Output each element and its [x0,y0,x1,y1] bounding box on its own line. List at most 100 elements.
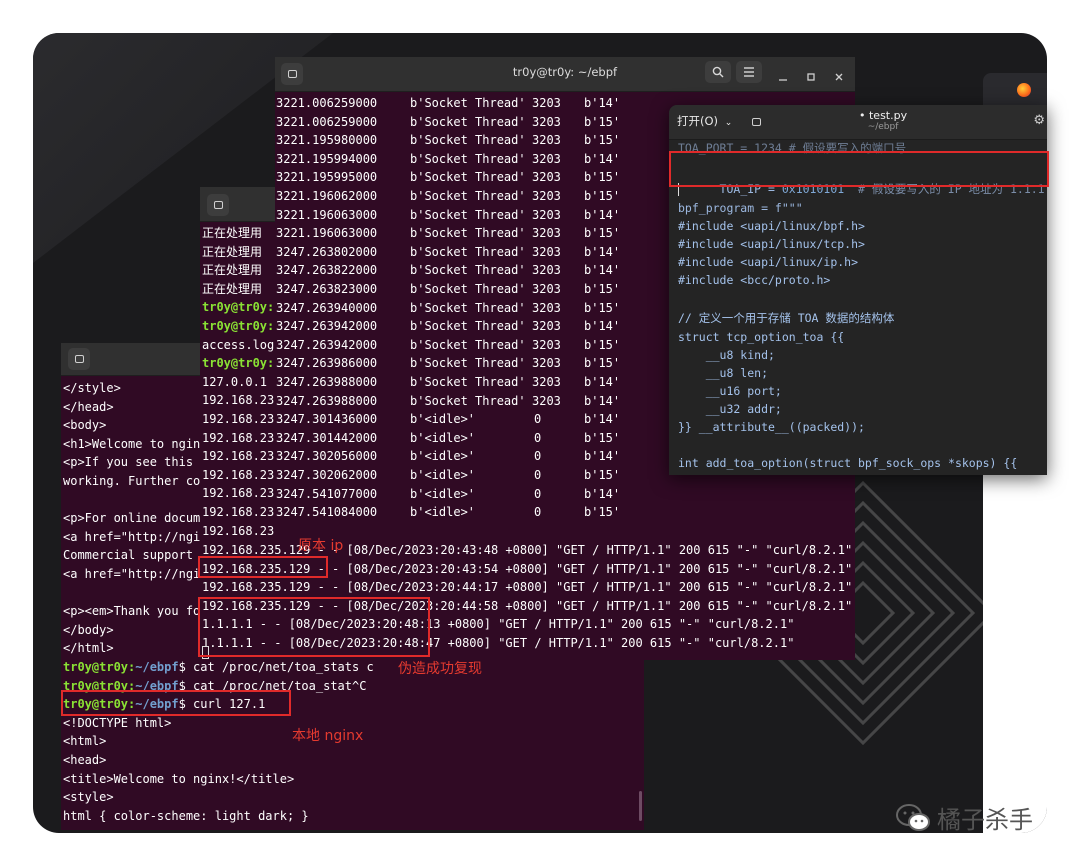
background-window-white [983,473,1047,833]
close-icon[interactable] [827,65,851,89]
timestamp: 3247.301436000 [276,412,378,427]
thread-name: b'Socket Thread' [410,189,526,203]
terminal-line: tr0y@tr0y: [202,319,275,333]
terminal-line: <title>Welcome to nginx!</title> [63,771,295,786]
value: b'15' [584,356,621,371]
value: b'14' [584,449,621,464]
menu-icon[interactable] [736,61,762,83]
terminal-line: tr0y@tr0y: [202,356,275,371]
terminal-row: 3247.541077000 b'<idle>' 0 b'14' [276,485,620,504]
terminal-line: 正在处理用 [202,281,263,296]
access-log-line: 192.168.235.129 - - [08/Dec/2023:20:44:1… [202,580,853,595]
terminal-row: 3247.263802000 b'Socket Thread' 3203 b'14' [276,243,620,262]
terminal-row: 3221.006259000 b'Socket Thread' 3203 b'15' [276,113,620,132]
code-line: #include <bcc/proto.h> [678,273,831,287]
timestamp: 3247.302056000 [276,449,378,464]
thread-name: b'Socket Thread' [410,244,526,259]
terminal-row: 3247.263942000 b'Socket Thread' 3203 b'14' [276,317,620,336]
timestamp: 3247.263988000 [276,393,378,408]
code-line: #include <uapi/linux/tcp.h> [678,237,865,251]
pid: 0 [534,486,542,501]
pid: 3203 [532,393,561,408]
terminal-line: <p><em>Thank you fo [63,604,201,619]
annotation-original-ip: 原本 ip [298,538,344,554]
terminal-main-titlebar[interactable]: tr0y@tr0y: ~/ebpf [275,57,855,92]
terminal-line: 正在处理用 [202,226,263,240]
value: b'15' [584,170,621,185]
value: b'15' [584,189,621,203]
thread-name: b'Socket Thread' [410,151,526,166]
search-icon[interactable] [705,61,731,83]
value: b'14' [584,151,621,166]
open-button-label: 打开(O) [677,114,719,128]
maximize-icon[interactable] [799,65,823,89]
value: b'14' [584,375,621,389]
value: b'15' [584,430,621,445]
value: b'14' [584,207,621,222]
editor-title: • test.py ~/ebpf [859,109,907,132]
terminal-line: <body> [63,418,107,433]
value: b'15' [584,114,621,129]
new-tab-icon[interactable] [207,194,229,216]
thread-name: b'Socket Thread' [410,170,526,185]
annotation-local-nginx: 本地 nginx [292,728,364,744]
terminal-line: Commercial support [63,548,201,563]
terminal-line: </body> [63,622,114,637]
highlight-local-curl [61,690,291,716]
thread-name: b'<idle>' [410,468,476,482]
thread-name: b'Socket Thread' [410,375,526,389]
terminal-line: <a href="http://ngi [63,567,201,581]
new-tab-icon[interactable] [68,348,90,370]
timestamp: 3247.263823000 [276,282,378,296]
code-line: #include <uapi/linux/bpf.h> [678,219,865,233]
terminal-row: 3221.196062000 b'Socket Thread' 3203 b'15' [276,187,620,206]
pid: 3203 [532,226,561,241]
pid: 3203 [532,114,561,129]
firefox-icon[interactable] [1017,83,1031,97]
terminal-line: <style> [63,790,114,805]
thread-name: b'Socket Thread' [410,226,526,241]
terminal-row: 3247.263986000 b'Socket Thread' 3203 b'15' [276,354,620,373]
timestamp: 3247.263802000 [276,244,378,259]
scrollbar[interactable] [639,791,642,821]
terminal-line: <h1>Welcome to ngin [63,436,201,451]
thread-name: b'<idle>' [410,486,476,501]
thread-name: b'Socket Thread' [410,356,526,371]
open-button[interactable]: 打开(O) ⌄ [677,113,732,129]
editor-header[interactable]: 打开(O) ⌄ • test.py ~/ebpf ⚙ [669,105,1047,140]
terminal-line: </html> [63,641,114,656]
window-title: tr0y@tr0y: ~/ebpf [512,65,618,79]
command: $ cat /proc/net/toa_stats c [178,660,374,674]
thread-name: b'Socket Thread' [410,319,526,334]
terminal-line: 192.168.23 [202,449,275,464]
code-line: bpf_program = f""" [678,201,803,215]
code-line: __u32 addr; [678,402,782,416]
terminal-line: 192.168.23 [202,393,275,408]
thread-name: b'Socket Thread' [410,133,526,148]
value: b'14' [584,263,621,278]
timestamp: 3247.541077000 [276,486,378,501]
file-path: ~/ebpf [867,122,899,132]
firefox-window-tab[interactable] [983,73,1047,107]
pid: 0 [534,505,542,520]
pid: 3203 [532,207,561,222]
code-line: }} __attribute__((packed)); [678,420,865,434]
new-document-icon[interactable] [745,111,767,133]
chevron-down-icon: ⌄ [724,118,733,128]
thread-name: b'Socket Thread' [410,207,526,222]
timestamp: 3221.195994000 [276,151,378,166]
pid: 3203 [532,356,561,371]
terminal-line: <a href="http://ngi [63,529,201,544]
thread-name: b'Socket Thread' [410,282,526,296]
minimize-icon[interactable] [771,65,795,89]
pid: 3203 [532,337,561,352]
gear-icon[interactable]: ⚙ [1033,113,1045,128]
thread-name: b'<idle>' [410,412,476,427]
pid: 3203 [532,151,561,166]
thread-name: b'Socket Thread' [410,263,526,278]
code-line: #include <uapi/linux/ip.h> [678,255,859,269]
timestamp: 3221.195980000 [276,133,378,148]
prompt-path: ~/ebpf [135,660,179,674]
timestamp: 3247.541084000 [276,505,378,520]
timestamp: 3221.006259000 [276,96,378,110]
